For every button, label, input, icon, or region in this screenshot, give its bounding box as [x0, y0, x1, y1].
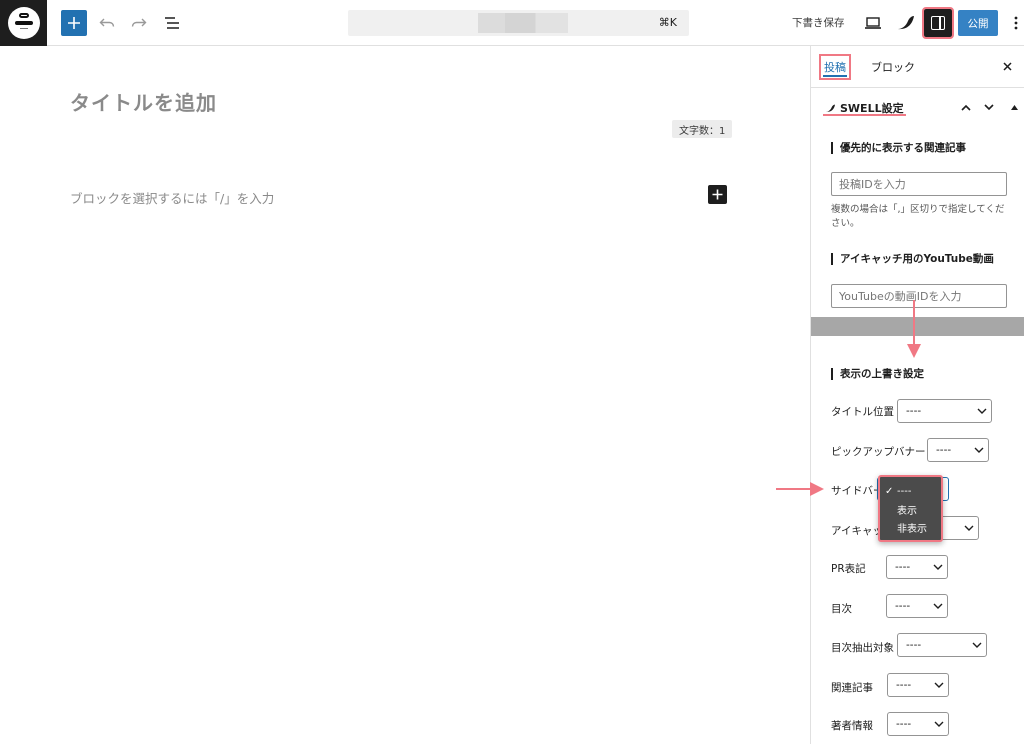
- pickup-banner-label: ピックアップバナー: [831, 446, 926, 458]
- chevron-down-icon: [973, 400, 991, 422]
- settings-sidebar: 投稿 ブロック SWELL設定 優先的に表示する関連記事 投稿IDを入力 複数の…: [810, 46, 1024, 744]
- dropdown-option-show[interactable]: 表示: [880, 500, 941, 518]
- swell-logo-icon: [826, 104, 835, 112]
- redo-icon: [131, 18, 147, 27]
- toc-target-select[interactable]: ----: [897, 633, 987, 657]
- tab-post[interactable]: 投稿: [819, 54, 851, 80]
- checkmark-icon: ✓: [885, 485, 894, 497]
- editor-header: ⌘K 下書き保存 公開: [0, 0, 1024, 46]
- dropdown-option-default[interactable]: ✓ ----: [880, 482, 941, 500]
- section-divider-band: [811, 317, 1024, 336]
- post-title-field[interactable]: タイトルを追加: [70, 87, 217, 116]
- site-logo-icon: [7, 7, 40, 39]
- collapse-panel-button[interactable]: [1007, 100, 1021, 114]
- move-panel-down-button[interactable]: [982, 100, 996, 114]
- document-title-blurred: [478, 13, 568, 33]
- laptop-icon: [865, 17, 881, 29]
- command-palette-bar[interactable]: ⌘K: [348, 10, 689, 36]
- save-draft-button[interactable]: 下書き保存: [792, 15, 845, 30]
- pickup-banner-select[interactable]: ----: [927, 438, 989, 462]
- list-view-icon: [165, 17, 179, 29]
- inline-add-block-button[interactable]: [708, 185, 727, 204]
- panel-title-highlight: [823, 114, 906, 116]
- undo-icon: [99, 18, 115, 27]
- caret-up-icon: [1010, 104, 1018, 110]
- swell-logo-icon: [898, 16, 914, 30]
- related-posts-help: 複数の場合は「,」区切りで指定してください。: [831, 204, 1005, 229]
- chevron-down-icon: [930, 674, 948, 696]
- chevron-down-icon: [960, 517, 978, 539]
- sidebar-display-label: サイドバー: [831, 485, 884, 497]
- chevron-down-icon: [970, 439, 988, 461]
- more-vertical-icon: [1014, 16, 1018, 30]
- redo-button[interactable]: [128, 11, 150, 35]
- related-posts-label: 優先的に表示する関連記事: [831, 142, 966, 154]
- editor-canvas: タイトルを追加 文字数：1 ブロックを選択するには「/」を入力: [0, 46, 810, 744]
- close-icon: [1002, 61, 1012, 71]
- author-info-select[interactable]: ----: [887, 712, 949, 736]
- move-panel-up-button[interactable]: [959, 100, 973, 114]
- close-sidebar-button[interactable]: [999, 58, 1015, 74]
- site-logo[interactable]: [0, 0, 47, 46]
- preview-button[interactable]: [862, 11, 884, 35]
- chevron-down-icon: [929, 556, 947, 578]
- override-settings-label: 表示の上書き設定: [831, 368, 924, 380]
- toc-select[interactable]: ----: [886, 594, 948, 618]
- dropdown-option-hide[interactable]: 非表示: [880, 518, 941, 536]
- toc-target-label: 目次抽出対象: [831, 642, 894, 654]
- author-info-label: 著者情報: [831, 720, 873, 732]
- related-post-id-input[interactable]: 投稿IDを入力: [831, 172, 1007, 196]
- sidebar-panel-icon: [931, 16, 945, 30]
- pr-label-select[interactable]: ----: [886, 555, 948, 579]
- youtube-label: アイキャッチ用のYouTube動画: [831, 253, 994, 265]
- add-block-button[interactable]: [61, 10, 87, 36]
- undo-button[interactable]: [96, 11, 118, 35]
- chevron-down-icon: [984, 103, 994, 110]
- youtube-id-input[interactable]: YouTubeの動画IDを入力: [831, 284, 1007, 308]
- chevron-down-icon: [968, 634, 986, 656]
- shortcut-hint: ⌘K: [658, 16, 677, 29]
- toc-label: 目次: [831, 603, 852, 615]
- char-count-badge: 文字数：1: [672, 120, 733, 138]
- options-menu-button[interactable]: [1009, 11, 1023, 35]
- related-posts-row-label: 関連記事: [831, 682, 873, 694]
- swell-menu-button[interactable]: [895, 11, 917, 35]
- chevron-up-icon: [961, 104, 971, 111]
- title-position-select[interactable]: ----: [897, 399, 992, 423]
- sidebar-display-dropdown: ✓ ---- 表示 非表示: [878, 475, 943, 542]
- plus-icon: [712, 189, 723, 200]
- publish-button[interactable]: 公開: [958, 10, 998, 36]
- pr-label-label: PR表記: [831, 563, 866, 575]
- plus-icon: [68, 17, 80, 29]
- tab-block[interactable]: ブロック: [871, 59, 915, 75]
- chevron-down-icon: [929, 595, 947, 617]
- chevron-down-icon: [930, 713, 948, 735]
- document-overview-button[interactable]: [160, 11, 184, 35]
- sidebar-tabs: 投稿 ブロック: [811, 46, 1024, 88]
- block-appender-placeholder[interactable]: ブロックを選択するには「/」を入力: [70, 188, 274, 207]
- title-position-label: タイトル位置: [831, 406, 894, 418]
- related-posts-select[interactable]: ----: [887, 673, 949, 697]
- settings-sidebar-toggle[interactable]: [922, 7, 954, 39]
